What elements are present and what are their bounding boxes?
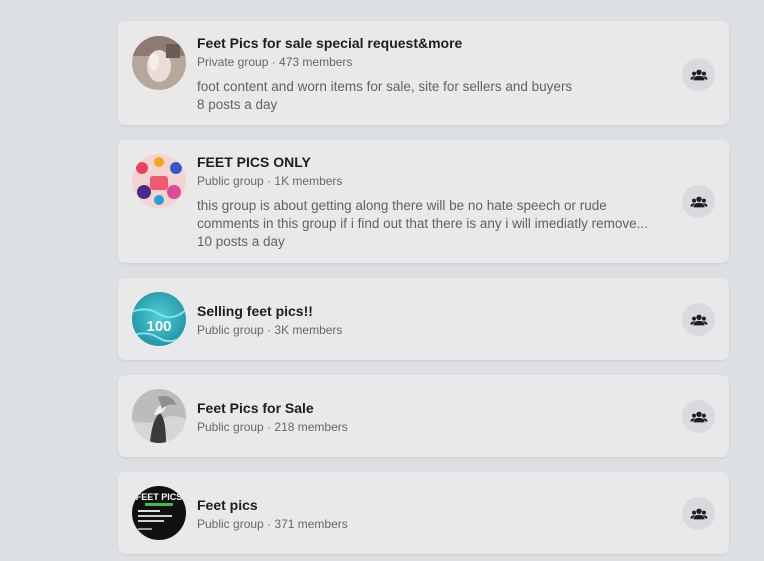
join-group-button[interactable]: [682, 400, 715, 433]
group-activity: 8 posts a day: [197, 97, 278, 112]
group-join-icon: [689, 411, 708, 422]
group-name[interactable]: Feet Pics for sale special request&more: [197, 35, 659, 52]
avatar-text: FEET PICS: [136, 492, 183, 502]
join-group-button[interactable]: [682, 497, 715, 530]
join-group-button[interactable]: [682, 58, 715, 91]
group-name[interactable]: Feet pics: [197, 497, 659, 514]
group-meta: Public group · 218 members: [197, 420, 348, 434]
group-meta: Public group · 3K members: [197, 323, 343, 337]
group-card[interactable]: 100 Selling feet pics!! Public group · 3…: [118, 278, 729, 360]
avatar-text: 100: [146, 318, 171, 335]
group-name[interactable]: FEET PICS ONLY: [197, 154, 659, 171]
group-card[interactable]: FEET PICS ONLY Public group · 1K members…: [118, 140, 729, 263]
group-join-icon: [689, 69, 708, 80]
group-description: this group is about getting along there …: [197, 198, 648, 231]
group-card[interactable]: FEET PICS Feet pics Public group · 371 m…: [118, 472, 729, 554]
group-card[interactable]: Feet Pics for sale special request&more …: [118, 21, 729, 125]
group-name[interactable]: Selling feet pics!!: [197, 303, 659, 320]
group-meta: Public group · 1K members: [197, 174, 343, 188]
group-avatar[interactable]: [132, 36, 186, 90]
group-meta: Private group · 473 members: [197, 55, 353, 69]
group-avatar[interactable]: [132, 389, 186, 443]
join-group-button[interactable]: [682, 303, 715, 336]
group-activity: 10 posts a day: [197, 234, 285, 249]
group-join-icon: [689, 314, 708, 325]
group-avatar[interactable]: 100: [132, 292, 186, 346]
group-join-icon: [689, 196, 708, 207]
group-card[interactable]: Feet Pics for Sale Public group · 218 me…: [118, 375, 729, 457]
group-avatar[interactable]: FEET PICS: [132, 486, 186, 540]
group-join-icon: [689, 508, 708, 519]
group-avatar[interactable]: [132, 154, 186, 208]
group-name[interactable]: Feet Pics for Sale: [197, 400, 659, 417]
join-group-button[interactable]: [682, 185, 715, 218]
group-description: foot content and worn items for sale, si…: [197, 79, 573, 94]
group-meta: Public group · 371 members: [197, 517, 348, 531]
